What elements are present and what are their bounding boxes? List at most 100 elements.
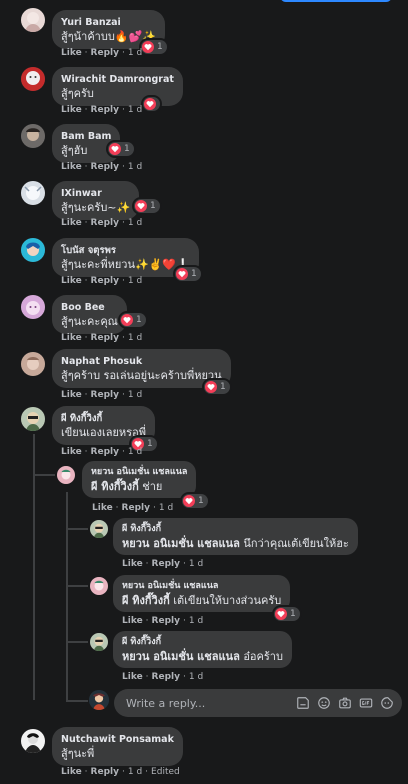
avatar[interactable] — [21, 352, 45, 376]
avatar[interactable] — [21, 124, 45, 148]
timestamp[interactable]: 1 d — [128, 48, 142, 58]
sticker-icon[interactable] — [296, 696, 310, 710]
comment-author[interactable]: IXinwar — [61, 187, 130, 200]
reaction-count[interactable]: 1 — [120, 313, 146, 327]
comment-author[interactable]: โบนัส จตุรพร — [61, 244, 190, 257]
like-button[interactable]: Like — [61, 390, 82, 400]
timestamp[interactable]: 1 d — [189, 559, 203, 569]
comment-author[interactable]: Wirachit Damrongrat — [61, 73, 174, 86]
reaction-count[interactable]: 1 — [182, 494, 208, 508]
reaction-count[interactable]: 1 — [134, 199, 160, 213]
timestamp[interactable]: 1 d — [128, 105, 142, 115]
reaction-count[interactable]: 1 — [175, 267, 201, 281]
edited-label[interactable]: Edited — [151, 767, 180, 777]
reply-button[interactable]: Reply — [91, 333, 119, 343]
reply-button[interactable]: Reply — [91, 390, 119, 400]
comment-author[interactable]: Bam Bam — [61, 130, 111, 143]
gif-icon[interactable] — [359, 696, 373, 710]
reply-input[interactable] — [124, 695, 296, 711]
reaction-count[interactable] — [143, 97, 160, 111]
comment-actions: Like · Reply · 1 d — [61, 105, 143, 115]
like-button[interactable]: Like — [61, 48, 82, 58]
comment-actions: Like · Reply · 1 d · Edited — [61, 767, 180, 777]
reply-button[interactable]: Reply — [91, 767, 119, 777]
avatar[interactable] — [21, 67, 45, 91]
reaction-count[interactable]: 1 — [204, 380, 230, 394]
like-button[interactable]: Like — [61, 276, 82, 286]
comment-author[interactable]: Boo Bee — [61, 301, 118, 314]
reply-button[interactable]: Reply — [91, 162, 119, 172]
comment-actions: Like · Reply · 1 d — [61, 162, 143, 172]
like-button[interactable]: Like — [122, 559, 143, 569]
avatar[interactable] — [21, 295, 45, 319]
reply-author[interactable]: หยวน อนิเมชั่น แชลแนล — [91, 466, 187, 479]
comment-author[interactable]: ผี ทิงกี๊วิงกี้ — [61, 412, 146, 425]
reply-button[interactable]: Reply — [122, 503, 150, 513]
reply-bubble: หยวน อนิเมชั่น แชลแนล ผี ทิงกี๊วิงกี้ ช่… — [82, 461, 197, 498]
timestamp[interactable]: 1 d — [189, 616, 203, 626]
avatar[interactable] — [57, 466, 75, 484]
mention-link[interactable]: หยวน อนิเมชั่น แชลแนล — [122, 537, 240, 550]
like-button[interactable]: Like — [92, 503, 113, 513]
like-button[interactable]: Like — [122, 616, 143, 626]
like-button[interactable]: Like — [61, 333, 82, 343]
reaction-count[interactable]: 1 — [274, 607, 300, 621]
comment-actions: Like · Reply · 1 d — [61, 390, 143, 400]
reply-actions: Like · Reply · 1 d — [122, 616, 204, 626]
comment-author[interactable]: Nutchawit Ponsamak — [61, 733, 174, 746]
heart-icon — [135, 200, 147, 212]
comment-text: สู้ๆนะคะพี่หยวน✨✌️❤️❕ — [61, 258, 190, 271]
emoji-icon[interactable] — [317, 696, 331, 710]
avatar[interactable] — [90, 633, 108, 651]
reply-author[interactable]: หยวน อนิเมชั่น แชลแนล — [122, 580, 281, 593]
reply-button[interactable]: Reply — [91, 48, 119, 58]
timestamp[interactable]: 1 d — [128, 447, 142, 457]
thread-line-to-reply-1 — [33, 474, 55, 476]
avatar[interactable] — [21, 407, 45, 431]
top-action-button[interactable] — [280, 0, 392, 2]
reply-button[interactable]: Reply — [152, 559, 180, 569]
like-button[interactable]: Like — [122, 672, 143, 682]
timestamp[interactable]: 1 d — [128, 767, 142, 777]
mention-link[interactable]: หยวน อนิเมชั่น แชลแนล — [122, 650, 240, 663]
reply-button[interactable]: Reply — [91, 276, 119, 286]
reply-button[interactable]: Reply — [91, 105, 119, 115]
avatar[interactable] — [21, 181, 45, 205]
avatar[interactable] — [90, 577, 108, 595]
comment-author[interactable]: Naphat Phosuk — [61, 355, 222, 368]
timestamp[interactable]: 1 d — [159, 503, 173, 513]
reply-button[interactable]: Reply — [152, 672, 180, 682]
mention-link[interactable]: ผี ทิงกี๊วิงกี้ — [122, 594, 170, 607]
reply-button[interactable]: Reply — [91, 218, 119, 228]
like-button[interactable]: Like — [61, 447, 82, 457]
like-button[interactable]: Like — [61, 162, 82, 172]
avatar[interactable] — [90, 520, 108, 538]
reply-author[interactable]: ผี ทิงกี๊วิงกี้ — [122, 523, 349, 536]
timestamp[interactable]: 1 d — [128, 333, 142, 343]
reply-text: หยวน อนิเมชั่น แชลแนล นึกว่าคุณเต้เขียนใ… — [122, 537, 349, 550]
timestamp[interactable]: 1 d — [128, 162, 142, 172]
timestamp[interactable]: 1 d — [189, 672, 203, 682]
comment-author[interactable]: Yuri Banzai — [61, 16, 156, 29]
reply-composer — [114, 689, 402, 717]
avatar[interactable] — [21, 8, 45, 32]
camera-icon[interactable] — [338, 696, 352, 710]
reaction-count[interactable]: 1 — [141, 40, 167, 54]
comment-bubble: IXinwar สู้ๆนะครับ~✨ — [52, 181, 140, 220]
timestamp[interactable]: 1 d — [128, 390, 142, 400]
mention-link[interactable]: ผี ทิงกี๊วิงกี้ — [91, 480, 139, 493]
reaction-count[interactable]: 1 — [108, 142, 134, 156]
thread-line-to-reply-3 — [66, 585, 88, 587]
reply-author[interactable]: ผี ทิงกี๊วิงกี้ — [122, 636, 283, 649]
avatar[interactable] — [21, 729, 45, 753]
reply-bubble: หยวน อนิเมชั่น แชลแนล ผี ทิงกี๊วิงกี้ เต… — [113, 575, 291, 612]
timestamp[interactable]: 1 d — [128, 218, 142, 228]
sticker-face-icon[interactable] — [380, 696, 394, 710]
like-button[interactable]: Like — [61, 218, 82, 228]
reply-button[interactable]: Reply — [152, 616, 180, 626]
avatar[interactable] — [21, 238, 45, 262]
timestamp[interactable]: 1 d — [128, 276, 142, 286]
reply-button[interactable]: Reply — [91, 447, 119, 457]
like-button[interactable]: Like — [61, 105, 82, 115]
like-button[interactable]: Like — [61, 767, 82, 777]
